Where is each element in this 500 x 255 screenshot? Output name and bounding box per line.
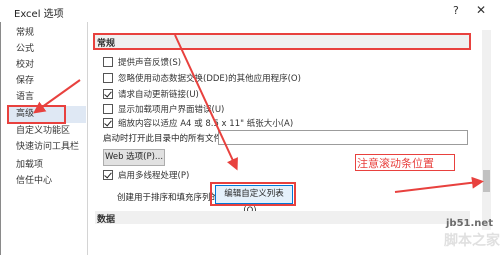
annotation-arrows	[33, 34, 484, 193]
watermark-brand: 脚本之家	[444, 233, 500, 249]
watermark-site: jb51.net	[446, 218, 493, 229]
arrow-to-scrollbar	[394, 176, 484, 193]
arrow-to-edit-list	[174, 34, 238, 171]
arrow-to-advanced	[33, 79, 81, 114]
